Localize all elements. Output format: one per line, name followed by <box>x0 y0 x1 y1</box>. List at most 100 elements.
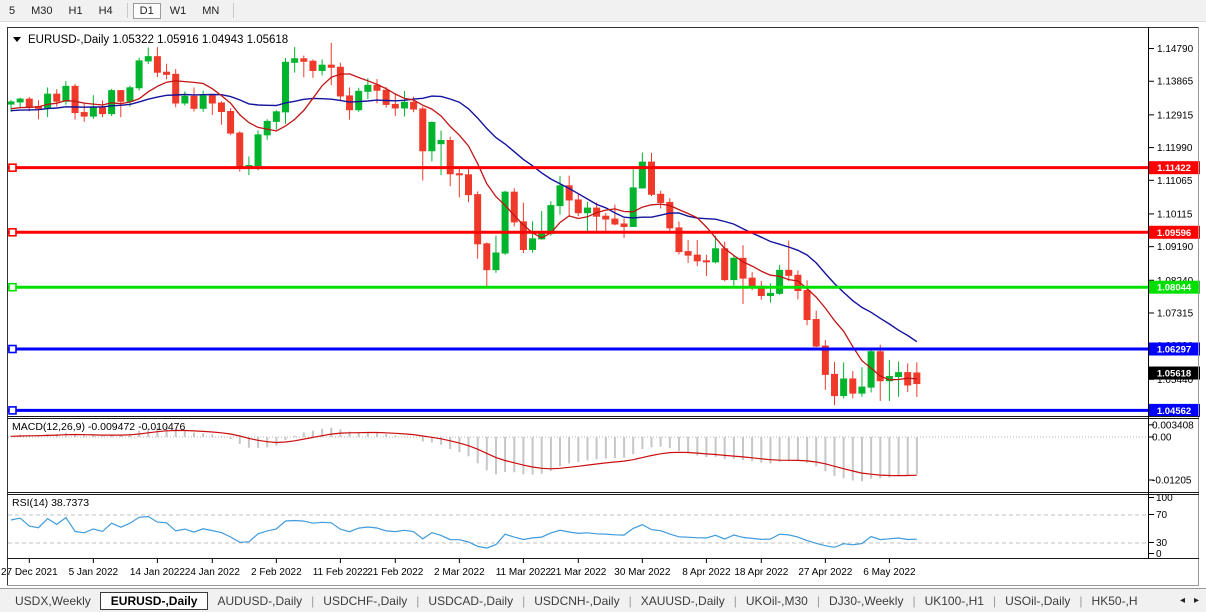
candle <box>228 108 234 135</box>
tab-audusd-daily[interactable]: AUDUSD-,Daily <box>208 592 311 610</box>
candle <box>667 198 673 232</box>
chart-title: EURUSD-,Daily 1.05322 1.05916 1.04943 1.… <box>13 34 288 46</box>
tab-usdcnh-daily[interactable]: USDCNH-,Daily <box>525 592 628 610</box>
timeframe-button-H1[interactable]: H1 <box>62 3 90 19</box>
date-axis: 27 Dec 20215 Jan 202214 Jan 202224 Jan 2… <box>1 559 916 579</box>
price-tick-label: 1.14790 <box>1157 44 1194 55</box>
level-line-1.11422[interactable]: 1.11422 <box>8 161 1200 174</box>
date-label: 2 Feb 2022 <box>251 567 302 578</box>
candle <box>182 91 188 105</box>
candle <box>475 191 481 258</box>
macd-axis-label: 0.00 <box>1152 433 1172 444</box>
level-line-1.08044[interactable]: 1.08044 <box>8 281 1200 294</box>
candle <box>850 371 856 398</box>
candle <box>356 88 362 112</box>
timeframe-button-D1[interactable]: D1 <box>133 3 161 19</box>
price-tick-label: 1.10115 <box>1157 209 1193 220</box>
candle <box>658 191 664 209</box>
tab-hk50-h[interactable]: HK50-,H <box>1083 592 1147 610</box>
tab-xauusd-daily[interactable]: XAUUSD-,Daily <box>632 592 734 610</box>
candle <box>173 69 179 107</box>
date-label: 5 Jan 2022 <box>69 567 119 578</box>
tabs-scroll-right-icon[interactable]: ▸ <box>1194 595 1199 606</box>
tab-uk100-h1[interactable]: UK100-,H1 <box>916 592 993 610</box>
candle <box>813 311 819 347</box>
tabs-scroll-left-icon[interactable]: ◂ <box>1180 595 1185 606</box>
candle <box>145 47 151 64</box>
tab-usdcad-daily[interactable]: USDCAD-,Daily <box>419 592 522 610</box>
timeframe-button-5[interactable]: 5 <box>2 3 22 19</box>
level-line-1.06297[interactable]: 1.06297 <box>8 343 1200 356</box>
candle <box>557 176 563 215</box>
pane-borders <box>7 27 1199 586</box>
rsi-label: RSI(14) 38.7373 <box>12 497 89 509</box>
level-price-label: 1.11422 <box>1157 163 1191 174</box>
date-label: 30 Mar 2022 <box>614 567 671 578</box>
collapse-chart-icon[interactable] <box>13 37 21 42</box>
candle <box>447 137 453 187</box>
level-price-label: 1.04562 <box>1157 406 1191 417</box>
date-label: 11 Feb 2022 <box>313 567 369 578</box>
level-price-label: 1.09596 <box>1157 228 1191 239</box>
timeframe-button-M30[interactable]: M30 <box>24 3 59 19</box>
candle <box>292 47 298 72</box>
price-tick-label: 1.11065 <box>1157 176 1193 187</box>
chart-root: 1.147901.138651.129151.119901.110651.101… <box>1 27 1200 586</box>
ma-fast-line <box>11 74 917 380</box>
eurusd-daily-chart[interactable]: 1.147901.138651.129151.119901.110651.101… <box>0 22 1206 588</box>
candle <box>493 236 499 273</box>
candle <box>575 194 581 217</box>
level-price-label: 1.06297 <box>1157 345 1191 356</box>
timeframe-toolbar: 5M30H1H4 D1W1MN <box>0 0 1206 22</box>
candle <box>209 95 215 116</box>
current-price-label: 1.05618 <box>1149 367 1200 380</box>
level-handle[interactable] <box>9 346 16 353</box>
tab-dj30-weekly[interactable]: DJ30-,Weekly <box>820 592 912 610</box>
candle <box>703 255 709 276</box>
date-label: 11 Mar 2022 <box>496 567 552 578</box>
level-handle[interactable] <box>9 229 16 236</box>
macd-label: MACD(12,26,9) -0.009472 -0.010476 <box>12 421 186 433</box>
candle <box>337 63 343 102</box>
tab-ukoil-m30[interactable]: UKOil-,M30 <box>737 592 817 610</box>
candle <box>347 87 353 119</box>
ma-slow-line <box>11 95 917 342</box>
candle <box>456 167 462 198</box>
candle <box>200 91 206 112</box>
tab-usdx-weekly[interactable]: USDX,Weekly <box>6 592 100 610</box>
price-tick-label: 1.07315 <box>1157 308 1194 319</box>
candle <box>45 87 51 117</box>
date-label: 14 Jan 2022 <box>130 567 185 578</box>
date-label: 24 Jan 2022 <box>185 567 240 578</box>
tab-eurusd-daily[interactable]: EURUSD-,Daily <box>100 592 209 610</box>
candle <box>612 205 618 226</box>
candle <box>283 58 289 124</box>
candle <box>81 104 87 122</box>
level-price-label: 1.08044 <box>1157 283 1192 294</box>
tab-usoil-daily[interactable]: USOil-,Daily <box>996 592 1079 610</box>
timeframe-button-H4[interactable]: H4 <box>92 3 120 19</box>
level-handle[interactable] <box>9 284 16 291</box>
candle <box>859 367 865 396</box>
candle <box>530 222 536 253</box>
candle <box>401 91 407 116</box>
date-label: 18 Apr 2022 <box>734 567 788 578</box>
level-handle[interactable] <box>9 407 16 414</box>
level-line-1.04562[interactable]: 1.04562 <box>8 404 1200 417</box>
candle <box>136 58 142 91</box>
level-line-1.09596[interactable]: 1.09596 <box>8 226 1200 239</box>
timeframe-button-MN[interactable]: MN <box>195 3 226 19</box>
tab-usdchf-daily[interactable]: USDCHF-,Daily <box>314 592 416 610</box>
candle <box>877 345 883 401</box>
level-handle[interactable] <box>9 164 16 171</box>
price-tick-label: 1.09190 <box>1157 242 1194 253</box>
macd-axis-label: -0.01205 <box>1152 475 1192 486</box>
candle <box>594 202 600 231</box>
candle <box>758 281 764 300</box>
candle <box>676 222 682 255</box>
date-label: 27 Apr 2022 <box>798 567 852 578</box>
date-label: 2 Mar 2022 <box>434 567 485 578</box>
svg-text:1.05618: 1.05618 <box>1157 369 1191 380</box>
date-label: 21 Feb 2022 <box>367 567 424 578</box>
timeframe-button-W1[interactable]: W1 <box>163 3 194 19</box>
